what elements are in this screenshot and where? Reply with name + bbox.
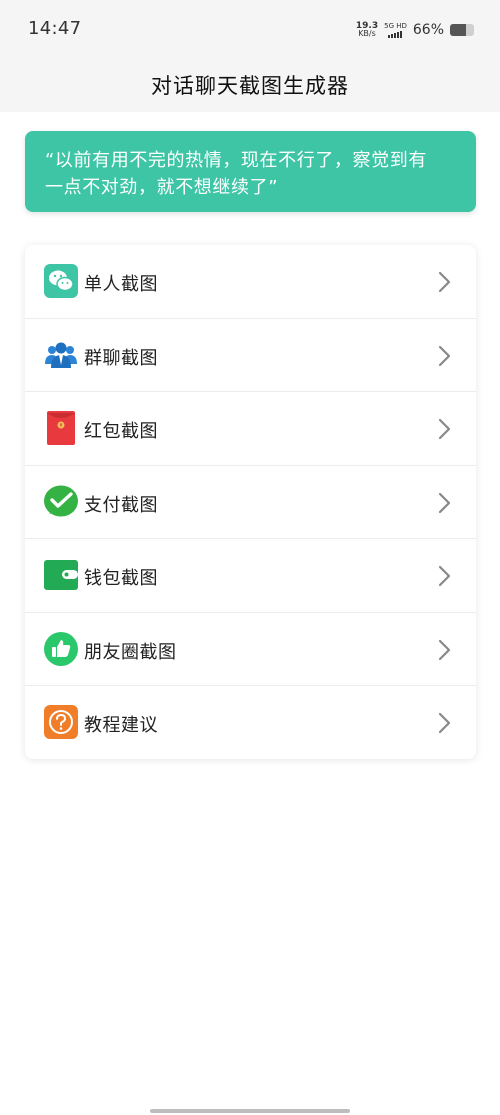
menu-list: 单人截图 群聊截图 ¥ 红包截图 支付截图 钱包截图 朋友圈截图 教程建议 <box>25 245 476 759</box>
menu-item-label: 教程建议 <box>84 715 158 736</box>
help-question-icon <box>44 705 78 739</box>
payment-check-icon <box>44 485 78 516</box>
network-type: 5G HD <box>384 22 407 30</box>
chevron-right-icon <box>438 712 451 734</box>
quote-line-2: 一点不对劲，就不想继续了” <box>45 177 279 198</box>
chevron-right-icon <box>438 565 451 587</box>
menu-item-single-chat[interactable]: 单人截图 <box>25 245 476 319</box>
app-header: 对话聊天截图生成器 <box>0 58 500 112</box>
quote-line-1: “以前有用不完的热情，现在不行了，察觉到有 <box>45 150 427 171</box>
menu-item-wallet[interactable]: 钱包截图 <box>25 539 476 613</box>
menu-item-label: 钱包截图 <box>84 568 158 589</box>
group-users-icon <box>45 342 77 368</box>
chevron-right-icon <box>438 492 451 513</box>
signal-icon: 5G HD <box>384 22 407 38</box>
menu-item-label: 单人截图 <box>84 274 158 295</box>
chevron-right-icon <box>438 345 451 366</box>
menu-item-red-packet[interactable]: ¥ 红包截图 <box>25 392 476 466</box>
network-speed-unit: KB/s <box>358 29 376 38</box>
battery-percent: 66% <box>412 22 444 38</box>
menu-item-label: 支付截图 <box>84 494 158 516</box>
menu-item-label: 红包截图 <box>84 421 158 442</box>
quote-card: “以前有用不完的热情，现在不行了，察觉到有 一点不对劲，就不想继续了” <box>25 131 476 212</box>
network-speed: 19.3 KB/s <box>356 22 378 38</box>
chevron-right-icon <box>438 418 451 440</box>
status-bar: 14:47 19.3 KB/s 5G HD 66% <box>0 0 500 58</box>
menu-item-label: 群聊截图 <box>84 347 158 369</box>
menu-item-label: 朋友圈截图 <box>84 641 177 663</box>
chevron-right-icon <box>438 271 451 293</box>
menu-item-group-chat[interactable]: 群聊截图 <box>25 319 476 392</box>
status-icons: 19.3 KB/s 5G HD 66% <box>356 20 474 40</box>
menu-item-tutorial[interactable]: 教程建议 <box>25 686 476 759</box>
red-envelope-icon: ¥ <box>47 411 75 445</box>
battery-icon <box>450 24 474 36</box>
home-indicator[interactable] <box>150 1109 350 1113</box>
page-title: 对话聊天截图生成器 <box>151 74 349 98</box>
thumbs-up-icon <box>44 631 78 666</box>
menu-item-payment[interactable]: 支付截图 <box>25 466 476 539</box>
status-time: 14:47 <box>28 18 82 39</box>
wechat-chat-icon <box>44 264 78 298</box>
wallet-icon <box>44 560 78 590</box>
menu-item-moments[interactable]: 朋友圈截图 <box>25 613 476 686</box>
svg-text:¥: ¥ <box>59 423 62 429</box>
chevron-right-icon <box>438 639 451 660</box>
